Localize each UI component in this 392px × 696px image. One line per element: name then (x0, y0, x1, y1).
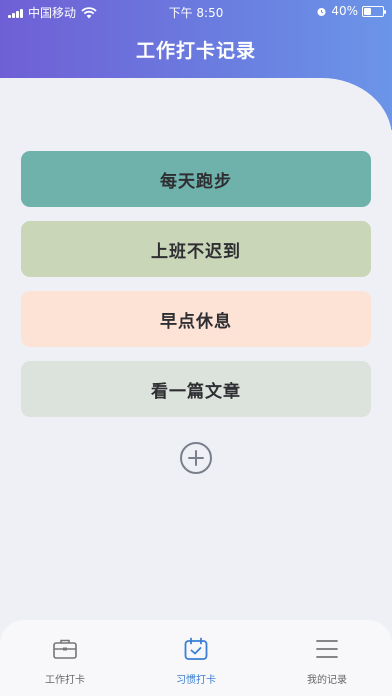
briefcase-icon (53, 639, 77, 659)
calendar-check-icon (184, 637, 208, 660)
habit-item-sleep-early[interactable]: 早点休息 (21, 291, 371, 347)
habit-label: 上班不迟到 (151, 241, 241, 262)
tab-my-records[interactable]: 我的记录 (262, 636, 392, 686)
status-right: 40% (316, 4, 386, 18)
status-bar: 中国移动 下午 8:50 40% (0, 0, 392, 22)
bottom-tab-bar: 工作打卡 习惯打卡 我的记录 (0, 620, 392, 696)
alarm-icon (317, 7, 326, 16)
habit-item-punctual[interactable]: 上班不迟到 (21, 221, 371, 277)
tab-label: 我的记录 (307, 675, 347, 686)
habit-item-running[interactable]: 每天跑步 (21, 151, 371, 207)
battery-fill (364, 7, 372, 15)
tab-label: 工作打卡 (45, 675, 85, 686)
battery-icon (362, 5, 386, 17)
tab-habit-checkin[interactable]: 习惯打卡 (131, 636, 261, 686)
habit-label: 每天跑步 (160, 171, 232, 192)
page-title: 工作打卡记录 (135, 40, 256, 62)
habit-label: 早点休息 (160, 311, 232, 332)
habit-item-read-article[interactable]: 看一篇文章 (21, 361, 371, 417)
battery-percent: 40% (331, 4, 358, 18)
tab-label: 习惯打卡 (176, 675, 216, 686)
tab-work-checkin[interactable]: 工作打卡 (0, 636, 130, 686)
add-habit-button[interactable] (179, 441, 213, 475)
menu-icon (316, 640, 338, 658)
habit-label: 看一篇文章 (151, 381, 241, 402)
